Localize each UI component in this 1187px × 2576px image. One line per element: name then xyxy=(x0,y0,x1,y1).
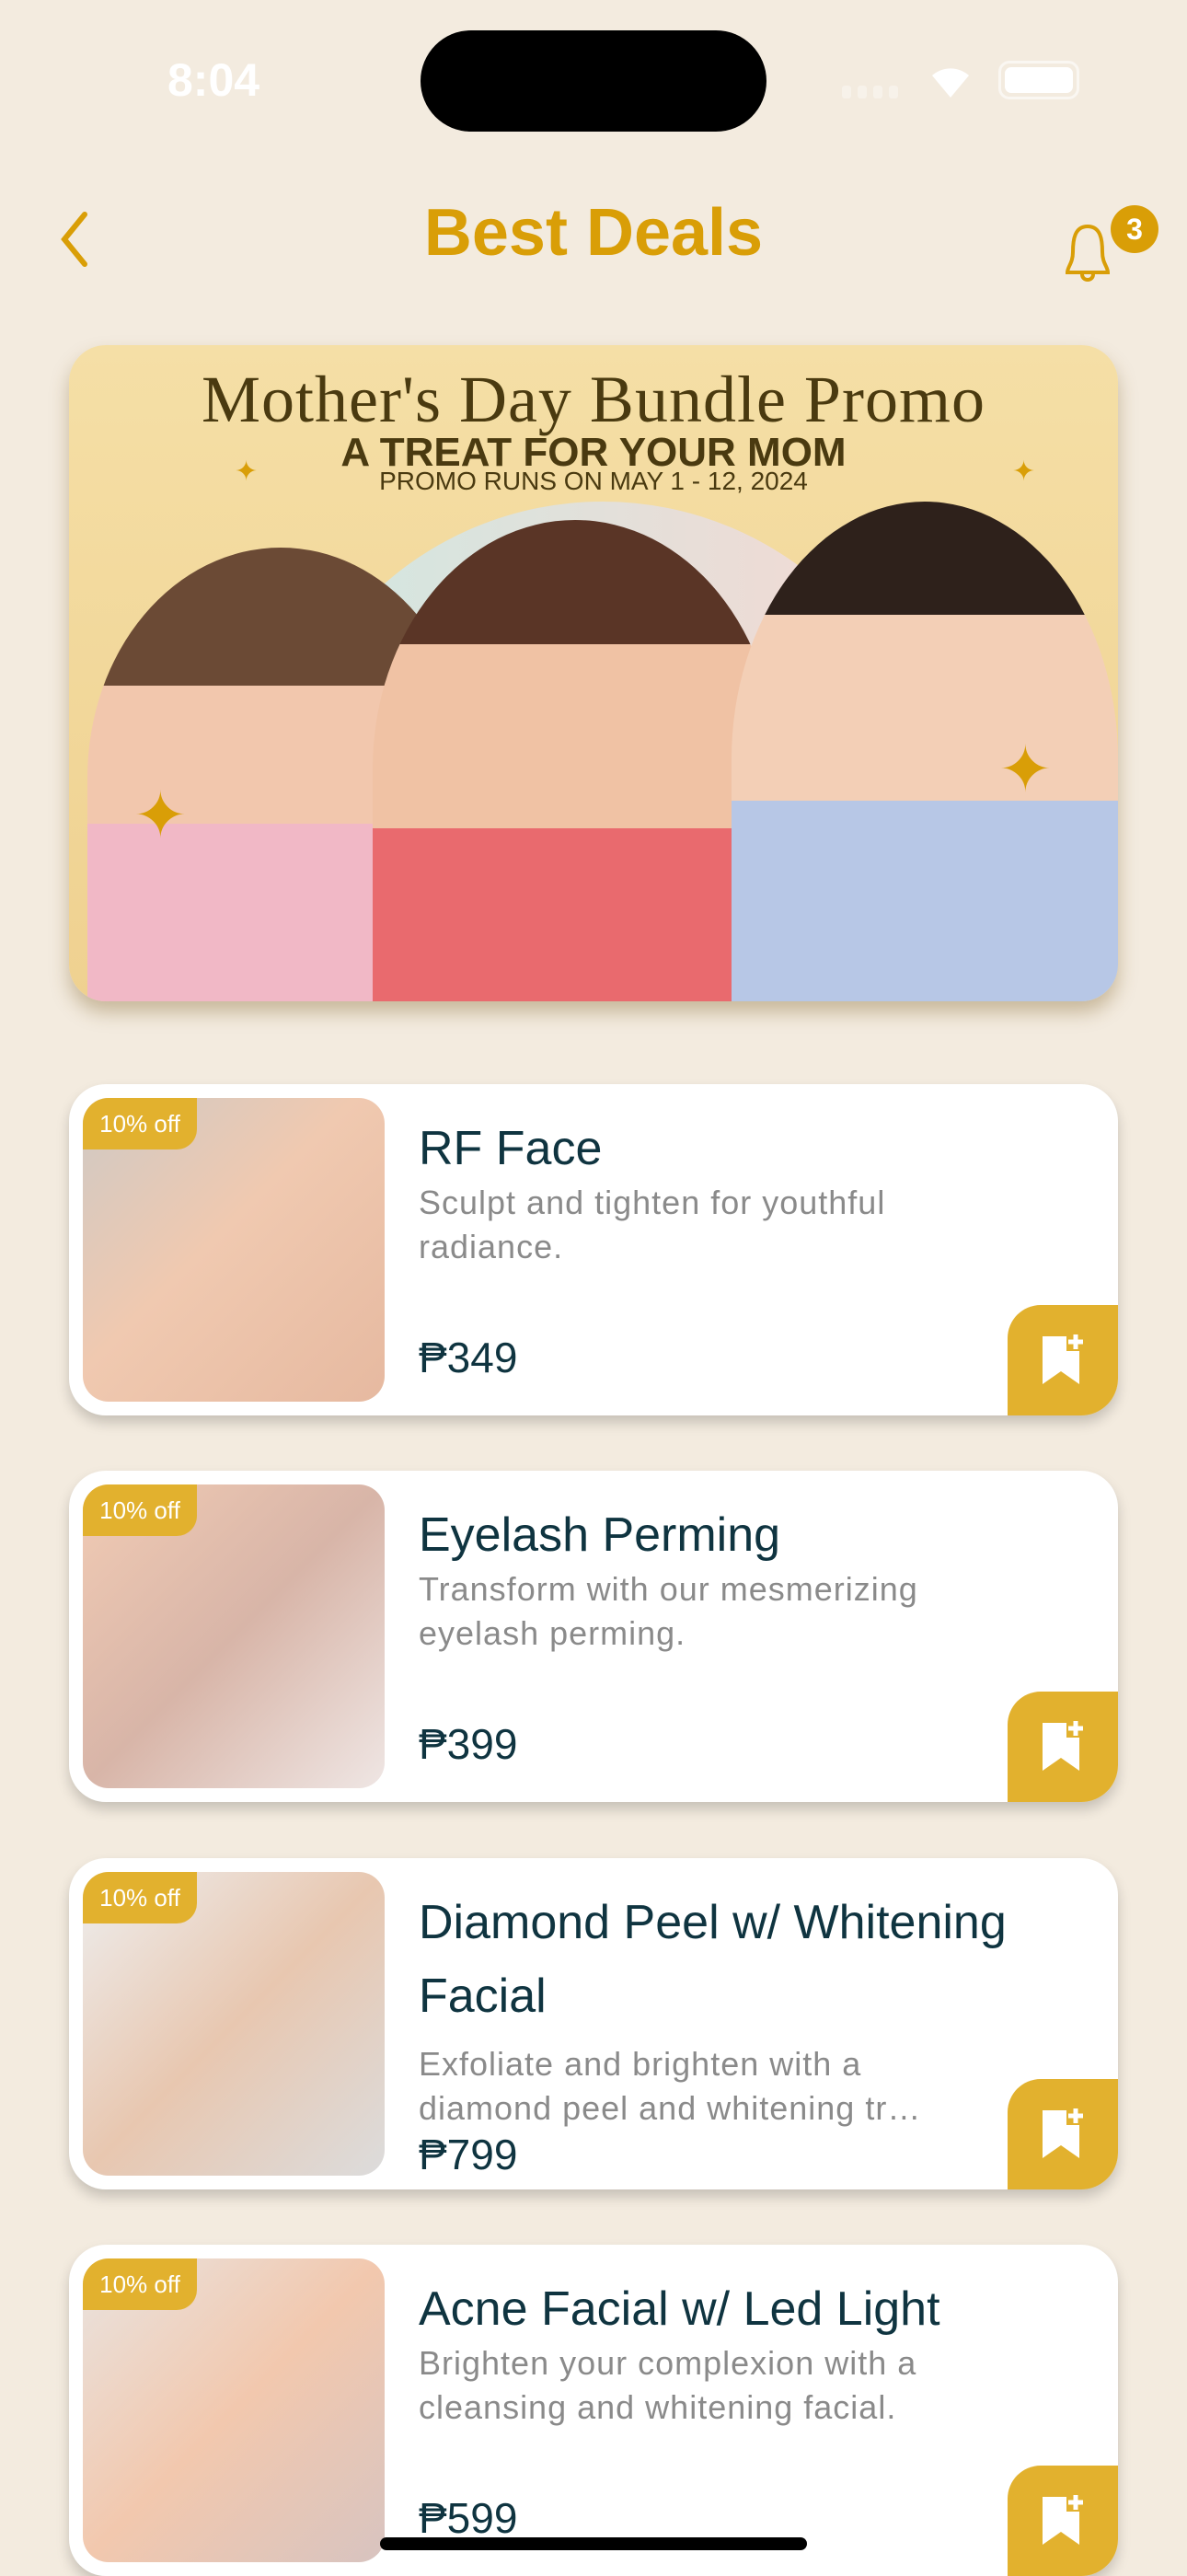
deal-card[interactable]: 10% off Eyelash Perming Transform with o… xyxy=(69,1471,1118,1802)
deal-description: Brighten your complexion with a cleansin… xyxy=(419,2344,917,2426)
promo-banner[interactable]: Mother's Day Bundle Promo A TREAT FOR YO… xyxy=(69,345,1118,1001)
discount-badge: 10% off xyxy=(83,1098,197,1149)
bookmark-plus-icon xyxy=(1043,1334,1083,1384)
add-booking-button[interactable] xyxy=(1008,2466,1118,2576)
bookmark-plus-icon xyxy=(1043,2108,1083,2158)
deal-name: RF Face xyxy=(419,1122,603,1175)
deal-name: Acne Facial w/ Led Light xyxy=(419,2282,940,2336)
deal-photo: 10% off xyxy=(83,1484,385,1788)
page-title: Best Deals xyxy=(423,196,764,270)
deal-card[interactable]: 10% off Diamond Peel w/ Whitening Facial… xyxy=(69,1858,1118,2189)
deal-name: Diamond Peel w/ Whitening Facial xyxy=(419,1896,1007,2023)
add-booking-button[interactable] xyxy=(1008,2079,1118,2189)
dynamic-island xyxy=(421,30,766,132)
wifi-icon xyxy=(932,68,969,98)
add-booking-button[interactable] xyxy=(1008,1692,1118,1802)
status-time: 8:04 xyxy=(167,54,260,106)
deal-price: ₱599 xyxy=(419,2494,518,2542)
add-booking-button[interactable] xyxy=(1008,1305,1118,1415)
bell-icon[interactable] xyxy=(1060,221,1115,287)
signal-icon xyxy=(842,86,898,98)
sparkle-icon: ✦ xyxy=(1012,456,1036,487)
deal-photo: 10% off xyxy=(83,1872,385,2176)
banner-dates: PROMO RUNS ON MAY 1 - 12, 2024 xyxy=(379,467,808,495)
deal-description: Exfoliate and brighten with a diamond pe… xyxy=(419,2045,922,2127)
discount-badge: 10% off xyxy=(83,2258,197,2310)
notification-badge: 3 xyxy=(1111,205,1158,253)
deal-description: Sculpt and tighten for youthful radiance… xyxy=(419,1184,886,1265)
deal-price: ₱799 xyxy=(419,2131,518,2178)
bookmark-plus-icon xyxy=(1043,1721,1083,1771)
discount-badge: 10% off xyxy=(83,1484,197,1536)
deal-card[interactable]: 10% off Acne Facial w/ Led Light Brighte… xyxy=(69,2245,1118,2576)
sparkle-icon: ✦ xyxy=(133,780,188,851)
deal-description: Transform with our mesmerizing eyelash p… xyxy=(419,1570,918,1652)
banner-photo-daughter-right xyxy=(732,502,1118,1001)
discount-badge: 10% off xyxy=(83,1872,197,1923)
bookmark-plus-icon xyxy=(1043,2495,1083,2545)
deal-photo: 10% off xyxy=(83,2258,385,2562)
deal-price: ₱349 xyxy=(419,1334,518,1381)
banner-title: Mother's Day Bundle Promo xyxy=(202,363,985,436)
deal-price: ₱399 xyxy=(419,1720,518,1768)
banner-photo-mother xyxy=(373,520,778,1001)
battery-icon xyxy=(998,61,1079,99)
deal-name: Eyelash Perming xyxy=(419,1508,781,1562)
sparkle-icon: ✦ xyxy=(235,456,259,487)
sparkle-icon: ✦ xyxy=(998,734,1053,805)
deal-photo: 10% off xyxy=(83,1098,385,1402)
deal-card[interactable]: 10% off RF Face Sculpt and tighten for y… xyxy=(69,1084,1118,1415)
home-indicator[interactable] xyxy=(380,2537,807,2550)
